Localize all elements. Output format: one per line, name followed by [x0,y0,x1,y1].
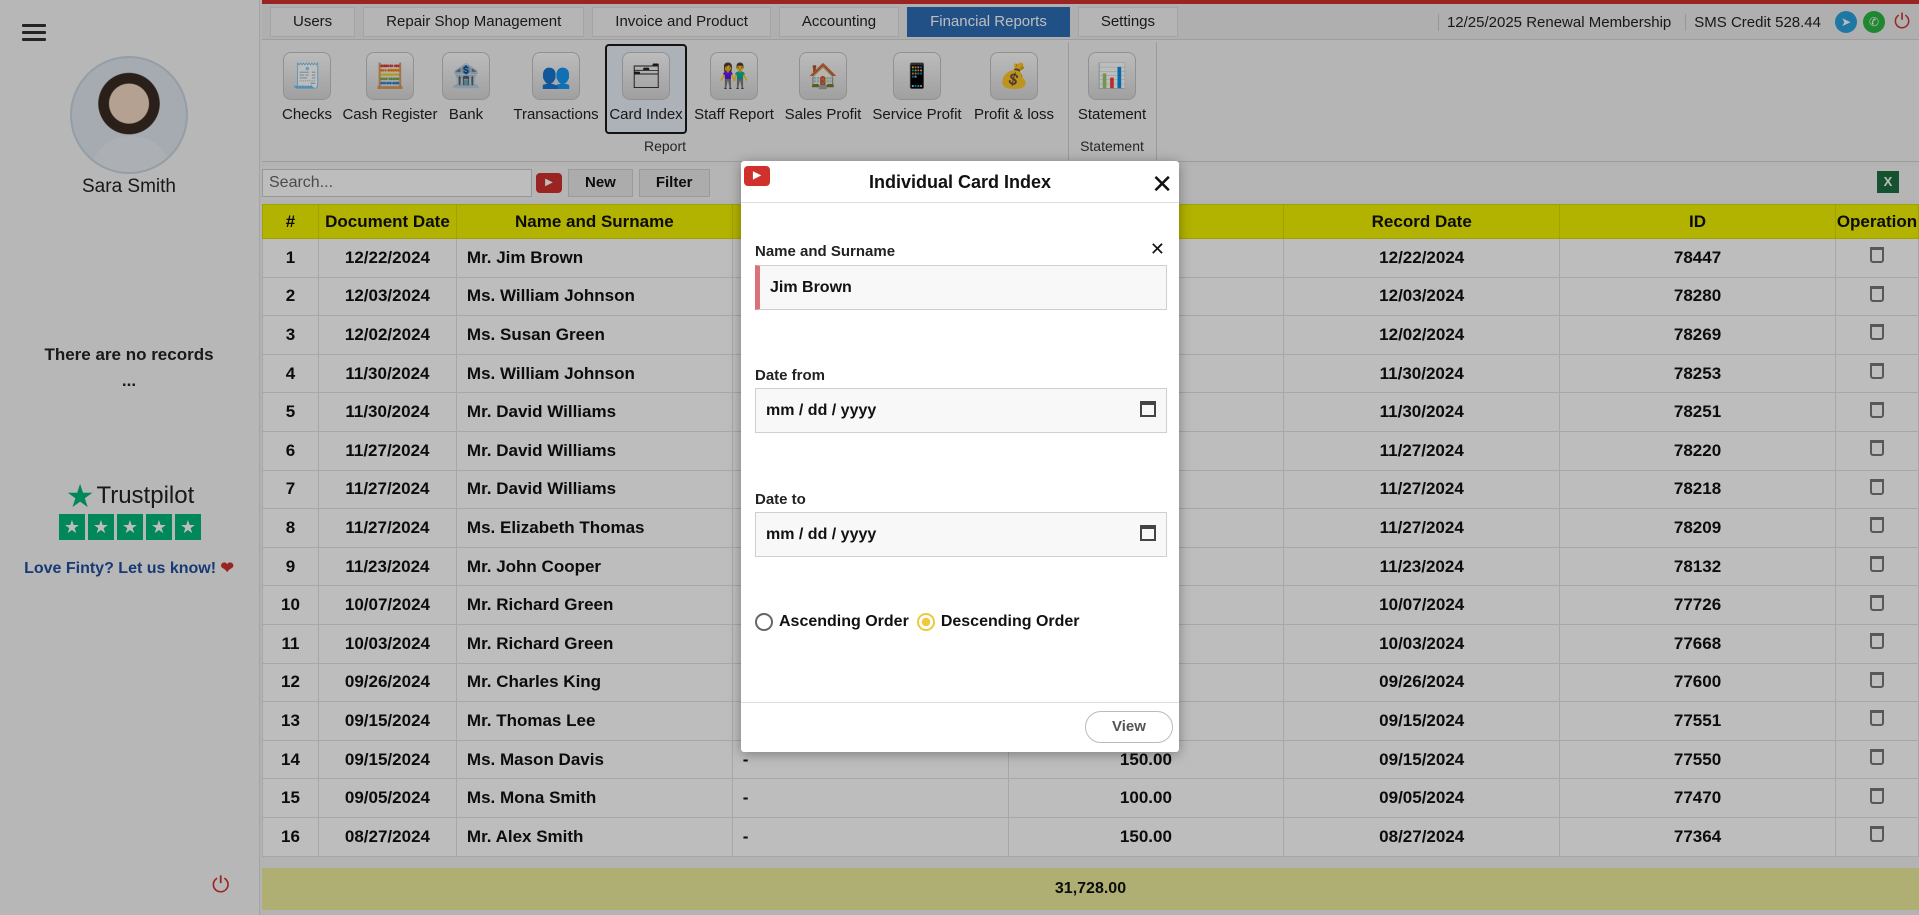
clear-name-icon[interactable]: ✕ [1150,239,1165,260]
calendar-icon[interactable] [1140,525,1156,541]
date-to-label: Date to [755,491,806,508]
name-field[interactable]: Jim Brown [755,265,1167,310]
descending-radio[interactable] [916,613,935,631]
date-from-label: Date from [755,367,826,384]
dialog-header: ▶ Individual Card Index ✕ [741,161,1179,203]
date-to-field[interactable]: mm / dd / yyyy [755,512,1167,557]
date-from-field[interactable]: mm / dd / yyyy [755,388,1167,433]
ascending-label[interactable]: Ascending Order [779,613,909,631]
sort-order-group: Ascending Order Descending Order [755,613,1080,631]
dialog-title: Individual Card Index [868,172,1052,192]
date-to-value: mm / dd / yyyy [766,526,877,543]
date-from-value: mm / dd / yyyy [766,402,877,419]
card-index-dialog: ▶ Individual Card Index ✕ Name and Surna… [741,161,1179,752]
app: Sara Smith There are no records ... ★ Tru… [0,0,1919,915]
name-label: Name and Surname [755,243,896,260]
dialog-footer: View [741,702,1179,752]
descending-label[interactable]: Descending Order [941,613,1080,631]
ascending-radio[interactable] [755,613,773,631]
view-button[interactable]: View [1085,711,1173,743]
video-tutorial-icon[interactable]: ▶ [744,166,770,186]
close-icon[interactable]: ✕ [1151,163,1173,205]
calendar-icon[interactable] [1140,401,1156,417]
